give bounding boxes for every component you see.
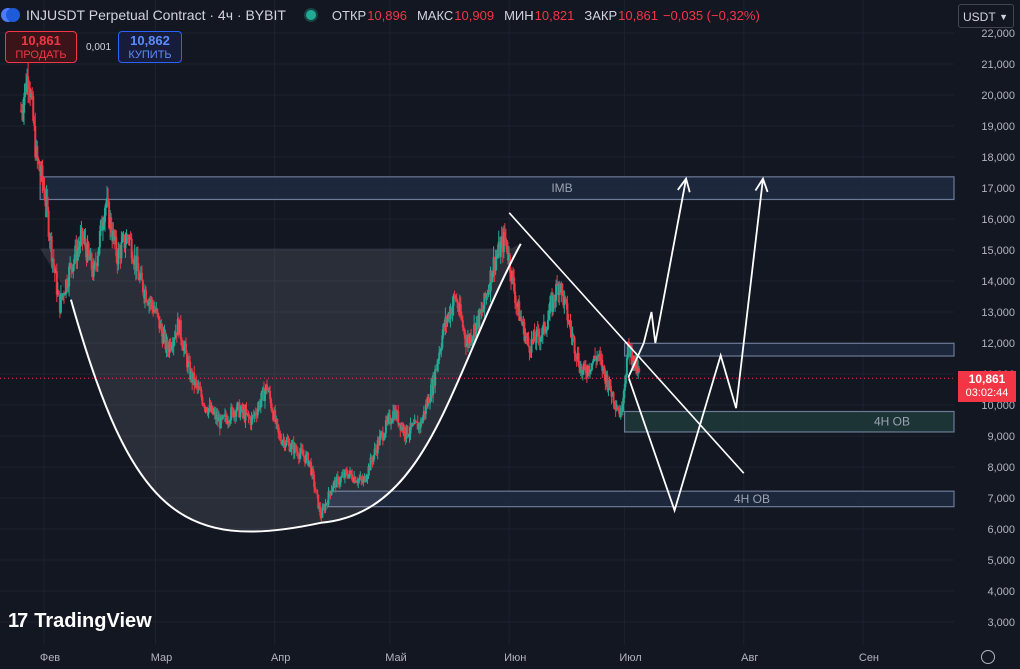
candle-body — [627, 341, 630, 344]
price-tick-label: 9,000 — [987, 431, 1015, 443]
candle-body — [406, 425, 409, 437]
zone-label: 4H OB — [874, 415, 910, 429]
candle-body — [574, 353, 577, 358]
candle-body — [403, 427, 406, 437]
candle-body — [120, 242, 123, 259]
candle-body — [302, 455, 305, 457]
candle-body — [314, 487, 317, 491]
ohlc-low: МИН10,821 — [504, 7, 575, 23]
price-tick-label: 6,000 — [987, 524, 1015, 536]
chevron-down-icon: ▼ — [999, 12, 1008, 22]
tradingview-logo[interactable]: 17 TradingView — [8, 610, 152, 633]
price-tick-label: 18,000 — [981, 152, 1015, 164]
ohlc-open: ОТКР10,896 — [331, 7, 407, 23]
candle-body — [339, 477, 342, 483]
zone-box — [623, 342, 955, 357]
candle-body — [330, 490, 333, 495]
time-tick-label: Апр — [271, 652, 290, 664]
ohlc-high: МАКС10,909 — [416, 7, 495, 23]
price-tick-label: 19,000 — [981, 121, 1015, 133]
zone-label: IMB — [551, 181, 572, 195]
price-tick-label: 5,000 — [987, 555, 1015, 567]
ohlc-close: ЗАКР10,861 — [584, 7, 658, 23]
price-tick-label: 7,000 — [987, 493, 1015, 505]
price-tick-label: 4,000 — [987, 586, 1015, 598]
spread-value: 0,001 — [86, 42, 112, 53]
candle-body — [434, 369, 437, 386]
sell-label: ПРОДАТЬ — [15, 49, 67, 61]
currency-value: USDT — [963, 10, 996, 24]
candle-body — [527, 337, 530, 347]
buy-price: 10,862 — [130, 33, 170, 48]
candle-body — [145, 290, 148, 302]
zone-label: 4H OB — [734, 492, 770, 506]
candle-body — [157, 313, 160, 317]
price-tick-label: 15,000 — [981, 245, 1015, 257]
candle-body — [638, 368, 641, 373]
candle-body — [57, 291, 60, 296]
price-tick-label: 16,000 — [981, 214, 1015, 226]
time-tick-label: Мар — [151, 652, 173, 664]
price-tick-label: 14,000 — [981, 276, 1015, 288]
sell-button[interactable]: 10,861 ПРОДАТЬ — [5, 31, 77, 63]
candle-body — [546, 319, 549, 330]
market-status-icon — [305, 10, 316, 20]
bar-countdown: 03:02:44 — [965, 387, 1009, 399]
candle-body — [276, 419, 279, 425]
candle-body — [555, 283, 558, 301]
tradingview-wordmark: TradingView — [34, 610, 152, 632]
candle-body — [321, 508, 324, 518]
price-tick-label: 3,000 — [987, 617, 1015, 629]
time-tick-label: Сен — [859, 652, 879, 664]
candle-body — [397, 411, 400, 425]
candle-body — [316, 490, 319, 495]
price-chart[interactable]: 22,000 21,000 20,000 19,000 18,000 17,000 16,0… — [0, 0, 1020, 669]
time-tick-label: Май — [385, 652, 407, 664]
candle-body — [245, 409, 248, 414]
candle-body — [260, 390, 263, 401]
buy-label: КУПИТЬ — [128, 49, 172, 61]
price-tick-label: 8,000 — [987, 462, 1015, 474]
candle-body — [96, 255, 99, 267]
price-tick-label: 22,000 — [981, 28, 1015, 40]
last-price-label: 10,861 03:02:44 — [958, 371, 1016, 402]
price-tick-label: 20,000 — [981, 90, 1015, 102]
currency-select[interactable]: USDT ▼ — [958, 4, 1014, 28]
candle-body — [179, 320, 182, 340]
chart-header: INJUSDT Perpetual Contract · 4ч · BYBIT … — [0, 0, 760, 30]
price-tick-label: 17,000 — [981, 183, 1015, 195]
zone-box — [327, 490, 955, 508]
price-tick-label: 13,000 — [981, 307, 1015, 319]
time-tick-label: Фев — [40, 652, 60, 664]
last-price-value: 10,861 — [968, 372, 1006, 386]
price-tick-label: 12,000 — [981, 338, 1015, 350]
candle-body — [156, 308, 159, 314]
candle-body — [561, 283, 564, 292]
price-tick-label: 21,000 — [981, 59, 1015, 71]
zone-box — [39, 176, 955, 201]
candle-body — [606, 374, 609, 390]
candle-body — [117, 248, 120, 265]
candle-body — [290, 443, 293, 449]
time-tick-label: Июл — [619, 652, 641, 664]
ohlc-change: −0,035 (−0,32%) — [662, 7, 760, 23]
symbol-logo-icon — [6, 8, 20, 22]
tradingview-mark-icon: 17 — [8, 610, 28, 632]
candle-body — [504, 237, 507, 240]
candle-body — [412, 424, 415, 426]
candle-body — [124, 243, 127, 249]
buy-button[interactable]: 10,862 КУПИТЬ — [118, 31, 182, 63]
candle-body — [625, 357, 628, 376]
candle-body — [50, 236, 53, 262]
time-tick-label: Июн — [504, 652, 526, 664]
gear-icon[interactable] — [981, 650, 995, 664]
time-axis — [0, 645, 954, 669]
time-tick-label: Авг — [741, 652, 758, 664]
symbol-title[interactable]: INJUSDT Perpetual Contract · 4ч · BYBIT — [26, 7, 286, 23]
candle-body — [624, 375, 627, 384]
sell-price: 10,861 — [21, 33, 61, 48]
